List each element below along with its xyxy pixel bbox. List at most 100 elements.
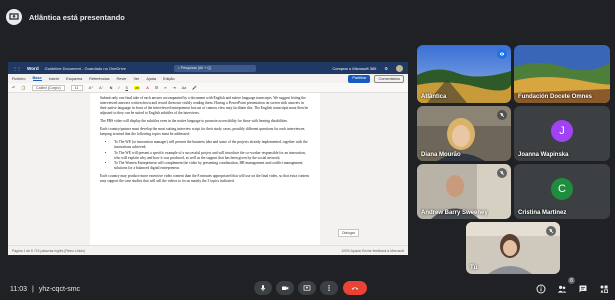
buy-microsoft-365-link[interactable]: Comprar o Microsoft 365 xyxy=(332,66,376,71)
participant-tile[interactable]: Atlântica xyxy=(417,45,511,103)
participant-tile[interactable]: Andrew Barry Sweeney xyxy=(417,164,511,219)
meeting-info: 11:03 | yhz-cqct-smc xyxy=(10,286,80,293)
menu-inserir[interactable]: Inserir xyxy=(49,77,60,81)
participant-name: Diana Mourão xyxy=(421,152,461,158)
menu-base[interactable]: Base xyxy=(32,76,42,81)
word-search[interactable]: ⌕ Pesquisar (Alt + Q) xyxy=(173,64,256,72)
participant-name: Atlântica xyxy=(421,94,447,100)
meeting-time: 11:03 xyxy=(10,286,27,293)
present-screen-icon xyxy=(303,285,311,291)
font-size-select[interactable]: 11 xyxy=(70,84,83,91)
mic-off-icon xyxy=(497,168,507,178)
word-status-bar: Página 1 de 6 715 palavras Inglês (Reino… xyxy=(8,245,408,255)
bullets-icon[interactable]: ☰ xyxy=(155,85,158,90)
word-page[interactable]: Submit only one final take of each answe… xyxy=(90,93,320,245)
meet-window: Atlântica está presentando ⋮⋮ Word Guide… xyxy=(0,0,615,300)
doc-bullet: To The WE (or innovation manager) will p… xyxy=(114,140,310,150)
menu-ver[interactable]: Ver xyxy=(134,77,140,81)
avatar: J xyxy=(551,119,573,142)
word-menu-bar: Ficheiro Base Inserir Esquema Referência… xyxy=(8,74,408,83)
doc-bullet-list: To The WE (or innovation manager) will p… xyxy=(100,140,310,171)
avatar: C xyxy=(551,177,573,200)
menu-referencias[interactable]: Referências xyxy=(89,77,109,81)
camera-icon xyxy=(282,286,289,290)
mic-icon xyxy=(260,285,266,292)
feedback-button[interactable]: Dialogar xyxy=(338,229,360,237)
participant-tile[interactable]: J Joanna Wapinska xyxy=(514,106,610,161)
chat-button[interactable] xyxy=(577,283,588,294)
highlight-icon[interactable]: ab xyxy=(134,85,141,90)
more-vert-icon xyxy=(328,285,330,291)
doc-paragraph-1: Submit only one final take of each answe… xyxy=(100,96,309,115)
font-select[interactable]: Calibri (Corpo) xyxy=(31,84,65,91)
numbering-icon[interactable]: ≡ xyxy=(164,86,166,90)
font-color-icon[interactable]: A xyxy=(146,86,149,90)
mic-off-icon xyxy=(497,110,507,120)
participant-name: Joanna Wapinska xyxy=(518,152,569,158)
presenting-banner: Atlântica está presentando xyxy=(6,6,125,28)
end-call-button[interactable] xyxy=(343,281,367,295)
doc-bullet: To The Women Entrepreneur will complemen… xyxy=(114,161,310,171)
presenting-text: Atlântica está presentando xyxy=(29,12,125,22)
word-search-placeholder: Pesquisar (Alt + Q) xyxy=(180,66,212,70)
status-left: Página 1 de 6 715 palavras Inglês (Reino… xyxy=(12,248,86,253)
people-icon xyxy=(557,285,566,293)
camera-button[interactable] xyxy=(276,281,294,295)
undo-icon[interactable]: ↶ xyxy=(12,85,15,90)
participant-count-badge: 8 xyxy=(568,277,575,284)
status-right[interactable]: 100% Ajustar Enviar feedback à Microsoft xyxy=(341,249,404,253)
comments-button[interactable]: Comentários xyxy=(374,74,404,83)
speaking-indicator-icon xyxy=(497,49,507,59)
dictate-icon[interactable]: 🎤 xyxy=(192,85,197,90)
more-options-button[interactable] xyxy=(320,281,338,295)
self-view-tile[interactable]: Tú xyxy=(466,222,560,274)
presenting-icon xyxy=(6,9,22,25)
participant-tile[interactable]: Fundación Docete Omnes xyxy=(514,45,610,103)
menu-ficheiro[interactable]: Ficheiro xyxy=(12,77,26,81)
info-icon xyxy=(536,284,545,293)
clipboard-icon[interactable]: 📋 xyxy=(21,85,26,90)
share-button[interactable]: Partilhar xyxy=(348,74,371,83)
menu-ajuda[interactable]: Ajuda xyxy=(146,77,156,81)
chat-icon xyxy=(579,285,586,292)
doc-paragraph-2: The PRS video will display the subtitles… xyxy=(100,119,288,123)
grow-font-icon[interactable]: A⁺ xyxy=(89,85,94,90)
apps-grid-icon[interactable]: ⋮⋮ xyxy=(13,66,21,71)
hang-up-icon xyxy=(351,287,359,290)
word-titlebar: ⋮⋮ Word Guideline Document - Guardado no… xyxy=(8,62,408,74)
participant-tile[interactable]: Diana Mourão xyxy=(417,106,511,161)
indent-icon[interactable]: ⇥ xyxy=(172,85,175,90)
doc-paragraph-3: Each country/partner must develop the mo… xyxy=(100,127,306,136)
shrink-font-icon[interactable]: A⁻ xyxy=(99,85,104,90)
menu-esquema[interactable]: Esquema xyxy=(66,77,82,81)
mic-off-icon xyxy=(546,226,556,236)
info-button[interactable] xyxy=(535,283,546,294)
word-doc-title[interactable]: Guideline Document - Guardado no OneDriv… xyxy=(45,66,126,71)
participant-name: Tú xyxy=(470,265,478,271)
word-user-avatar[interactable] xyxy=(396,64,403,72)
activities-button[interactable] xyxy=(598,283,609,294)
meeting-separator: | xyxy=(32,286,34,293)
doc-paragraph-4: Each country may produce more extensive … xyxy=(100,174,309,183)
word-ribbon: ↶ 📋 Calibri (Corpo) 11 A⁺ A⁻ N I S ab A … xyxy=(8,83,408,93)
participant-name: Fundación Docete Omnes xyxy=(518,94,593,100)
participant-tile[interactable]: C Cristina Martinez xyxy=(514,164,610,219)
shared-screen[interactable]: ⋮⋮ Word Guideline Document - Guardado no… xyxy=(8,62,408,255)
bold-icon[interactable]: N xyxy=(110,86,113,90)
doc-bullet: To The WE will present a specific exampl… xyxy=(114,151,310,161)
menu-rever[interactable]: Rever xyxy=(116,77,126,81)
styles-icon[interactable]: Aa xyxy=(182,86,187,90)
word-canvas: Submit only one final take of each answe… xyxy=(8,93,408,245)
settings-icon[interactable]: ⚙ xyxy=(384,66,388,71)
word-app-name: Word xyxy=(27,65,39,71)
meeting-code: yhz-cqct-smc xyxy=(38,286,81,293)
underline-icon[interactable]: S xyxy=(125,86,128,90)
participant-name: Cristina Martinez xyxy=(518,210,567,216)
present-button[interactable] xyxy=(298,281,316,295)
italic-icon[interactable]: I xyxy=(118,86,119,90)
menu-edicao[interactable]: Edição xyxy=(163,77,175,81)
participants-button[interactable] xyxy=(556,283,567,294)
activities-icon xyxy=(600,285,608,293)
participant-name: Andrew Barry Sweeney xyxy=(421,210,488,216)
mic-button[interactable] xyxy=(254,281,272,295)
